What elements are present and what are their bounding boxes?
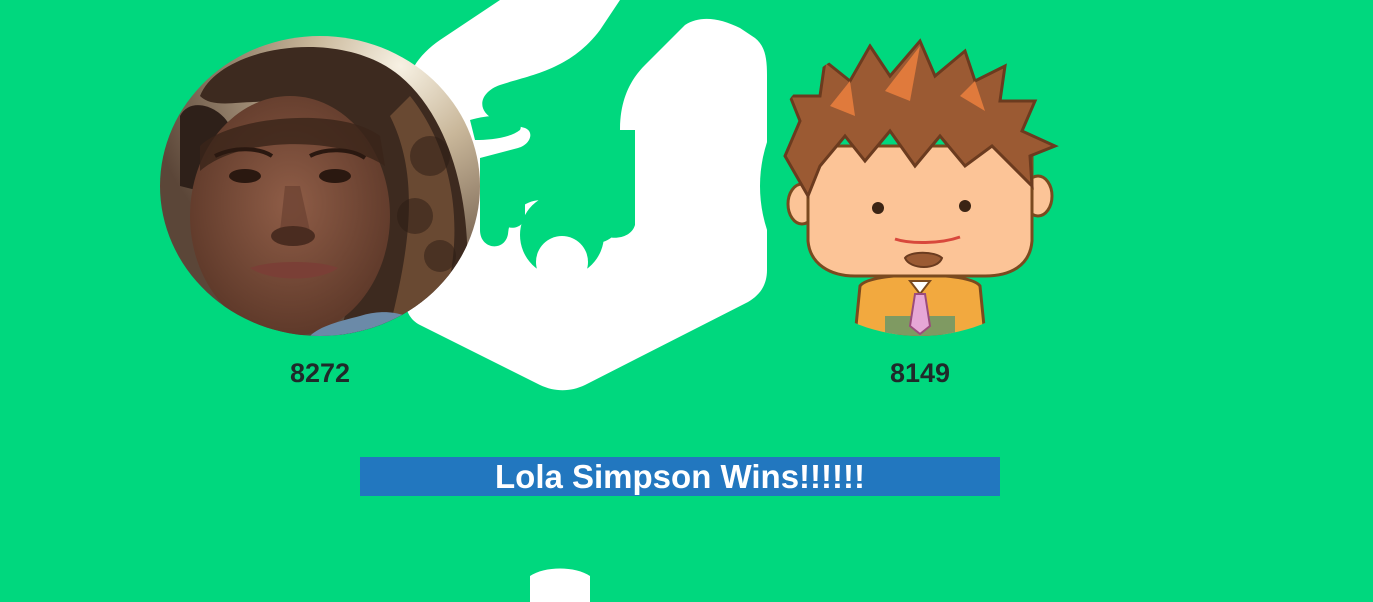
player-avatar-left [160,36,480,336]
photo-avatar-icon [160,36,480,336]
background-logo-bottom-icon [530,568,590,602]
player-score-right: 8149 [889,358,951,388]
player-card-right: 8149 [760,36,1080,389]
cartoon-boy-avatar-icon [760,36,1080,336]
player-avatar-right [760,36,1080,336]
player-score-left: 8272 [289,358,351,388]
winner-banner: Lola Simpson Wins!!!!!! [360,457,1000,496]
player-card-left: 8272 [160,36,480,389]
